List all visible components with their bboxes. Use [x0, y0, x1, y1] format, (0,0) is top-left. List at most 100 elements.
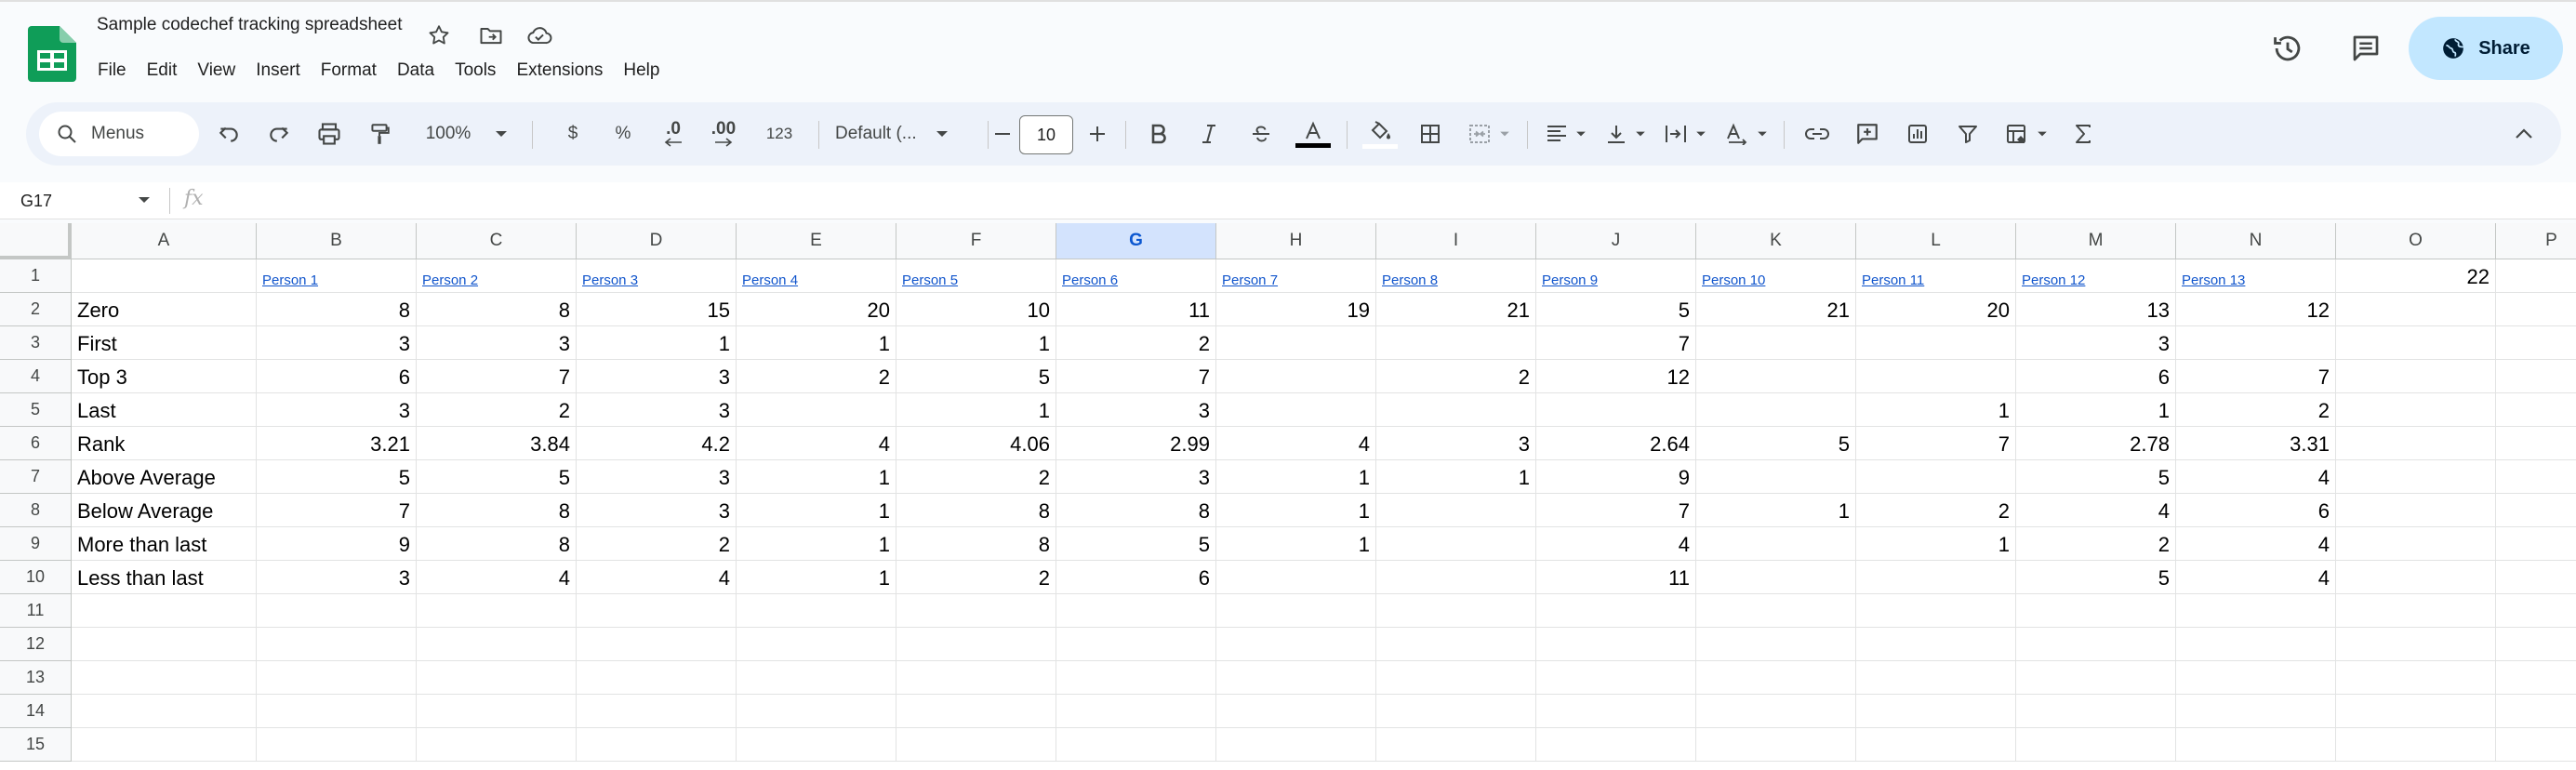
star-icon[interactable]: [422, 19, 456, 52]
cell-l3[interactable]: [1856, 326, 2016, 360]
cell-a14[interactable]: [72, 695, 257, 728]
cell-d15[interactable]: [577, 728, 737, 762]
cell-e12[interactable]: [737, 628, 896, 661]
menu-extensions[interactable]: Extensions: [506, 58, 613, 84]
cell-f9[interactable]: 8: [896, 527, 1056, 561]
cell-p10[interactable]: [2496, 561, 2576, 594]
cell-h2[interactable]: 19: [1216, 293, 1376, 326]
format-percent-button[interactable]: %: [603, 113, 644, 154]
cell-l12[interactable]: [1856, 628, 2016, 661]
cell-o5[interactable]: [2336, 393, 2496, 427]
cell-e6[interactable]: 4: [737, 427, 896, 460]
column-header-a[interactable]: A: [72, 223, 257, 259]
cell-j14[interactable]: [1536, 695, 1696, 728]
cell-p13[interactable]: [2496, 661, 2576, 695]
cell-j8[interactable]: 7: [1536, 494, 1696, 527]
cell-o14[interactable]: [2336, 695, 2496, 728]
cell-b5[interactable]: 3: [257, 393, 417, 427]
cell-e7[interactable]: 1: [737, 460, 896, 494]
cell-m1[interactable]: Person 12: [2016, 259, 2176, 293]
cell-g15[interactable]: [1056, 728, 1216, 762]
column-header-i[interactable]: I: [1376, 223, 1536, 259]
cell-i11[interactable]: [1376, 594, 1536, 628]
cell-p14[interactable]: [2496, 695, 2576, 728]
zoom-select[interactable]: 100%: [411, 113, 523, 154]
cell-m7[interactable]: 5: [2016, 460, 2176, 494]
cell-o2[interactable]: [2336, 293, 2496, 326]
cell-p9[interactable]: [2496, 527, 2576, 561]
cell-m15[interactable]: [2016, 728, 2176, 762]
column-header-k[interactable]: K: [1696, 223, 1856, 259]
cell-a2[interactable]: Zero: [72, 293, 257, 326]
cell-n13[interactable]: [2176, 661, 2336, 695]
google-sheets-logo-icon[interactable]: [28, 26, 76, 82]
cell-d4[interactable]: 3: [577, 360, 737, 393]
menu-data[interactable]: Data: [387, 58, 445, 84]
cell-d6[interactable]: 4.2: [577, 427, 737, 460]
cell-n10[interactable]: 4: [2176, 561, 2336, 594]
decrease-decimal-button[interactable]: .0: [653, 113, 694, 154]
cell-b14[interactable]: [257, 695, 417, 728]
cell-n5[interactable]: 2: [2176, 393, 2336, 427]
cell-j6[interactable]: 2.64: [1536, 427, 1696, 460]
cell-i8[interactable]: [1376, 494, 1536, 527]
column-header-n[interactable]: N: [2176, 223, 2336, 259]
cell-h12[interactable]: [1216, 628, 1376, 661]
cell-g7[interactable]: 3: [1056, 460, 1216, 494]
cell-o9[interactable]: [2336, 527, 2496, 561]
cell-i7[interactable]: 1: [1376, 460, 1536, 494]
cell-e13[interactable]: [737, 661, 896, 695]
cloud-saved-icon[interactable]: [523, 19, 556, 52]
text-color-button[interactable]: [1291, 113, 1335, 154]
cell-g10[interactable]: 6: [1056, 561, 1216, 594]
cell-d11[interactable]: [577, 594, 737, 628]
column-header-e[interactable]: E: [737, 223, 896, 259]
fill-color-button[interactable]: [1358, 113, 1402, 154]
menu-tools[interactable]: Tools: [445, 58, 506, 84]
italic-button[interactable]: [1188, 113, 1229, 154]
cell-l1[interactable]: Person 11: [1856, 259, 2016, 293]
cell-n12[interactable]: [2176, 628, 2336, 661]
cell-k6[interactable]: 5: [1696, 427, 1856, 460]
row-header-4[interactable]: 4: [0, 360, 72, 393]
cell-e5[interactable]: [737, 393, 896, 427]
cell-j9[interactable]: 4: [1536, 527, 1696, 561]
cell-c15[interactable]: [417, 728, 577, 762]
cell-f2[interactable]: 10: [896, 293, 1056, 326]
cell-d12[interactable]: [577, 628, 737, 661]
cell-g8[interactable]: 8: [1056, 494, 1216, 527]
menu-edit[interactable]: Edit: [137, 58, 188, 84]
cell-i15[interactable]: [1376, 728, 1536, 762]
cell-i3[interactable]: [1376, 326, 1536, 360]
cell-a7[interactable]: Above Average: [72, 460, 257, 494]
cell-o7[interactable]: [2336, 460, 2496, 494]
borders-button[interactable]: [1410, 113, 1451, 154]
cell-p15[interactable]: [2496, 728, 2576, 762]
cell-d14[interactable]: [577, 695, 737, 728]
cell-k7[interactable]: [1696, 460, 1856, 494]
cell-d10[interactable]: 4: [577, 561, 737, 594]
cell-g12[interactable]: [1056, 628, 1216, 661]
cell-c13[interactable]: [417, 661, 577, 695]
cell-a13[interactable]: [72, 661, 257, 695]
cell-a10[interactable]: Less than last: [72, 561, 257, 594]
cell-h11[interactable]: [1216, 594, 1376, 628]
cell-e3[interactable]: 1: [737, 326, 896, 360]
cell-c5[interactable]: 2: [417, 393, 577, 427]
paint-format-button[interactable]: [359, 113, 400, 154]
cell-p4[interactable]: [2496, 360, 2576, 393]
cell-e2[interactable]: 20: [737, 293, 896, 326]
column-header-m[interactable]: M: [2016, 223, 2176, 259]
cell-o11[interactable]: [2336, 594, 2496, 628]
cell-d5[interactable]: 3: [577, 393, 737, 427]
cell-c3[interactable]: 3: [417, 326, 577, 360]
print-button[interactable]: [309, 113, 350, 154]
undo-button[interactable]: [208, 113, 249, 154]
filter-views-button[interactable]: [1996, 113, 2057, 154]
column-header-c[interactable]: C: [417, 223, 577, 259]
cell-o1[interactable]: 22: [2336, 259, 2496, 293]
column-header-j[interactable]: J: [1536, 223, 1696, 259]
cell-k8[interactable]: 1: [1696, 494, 1856, 527]
comments-button[interactable]: [2342, 24, 2390, 73]
cell-g9[interactable]: 5: [1056, 527, 1216, 561]
